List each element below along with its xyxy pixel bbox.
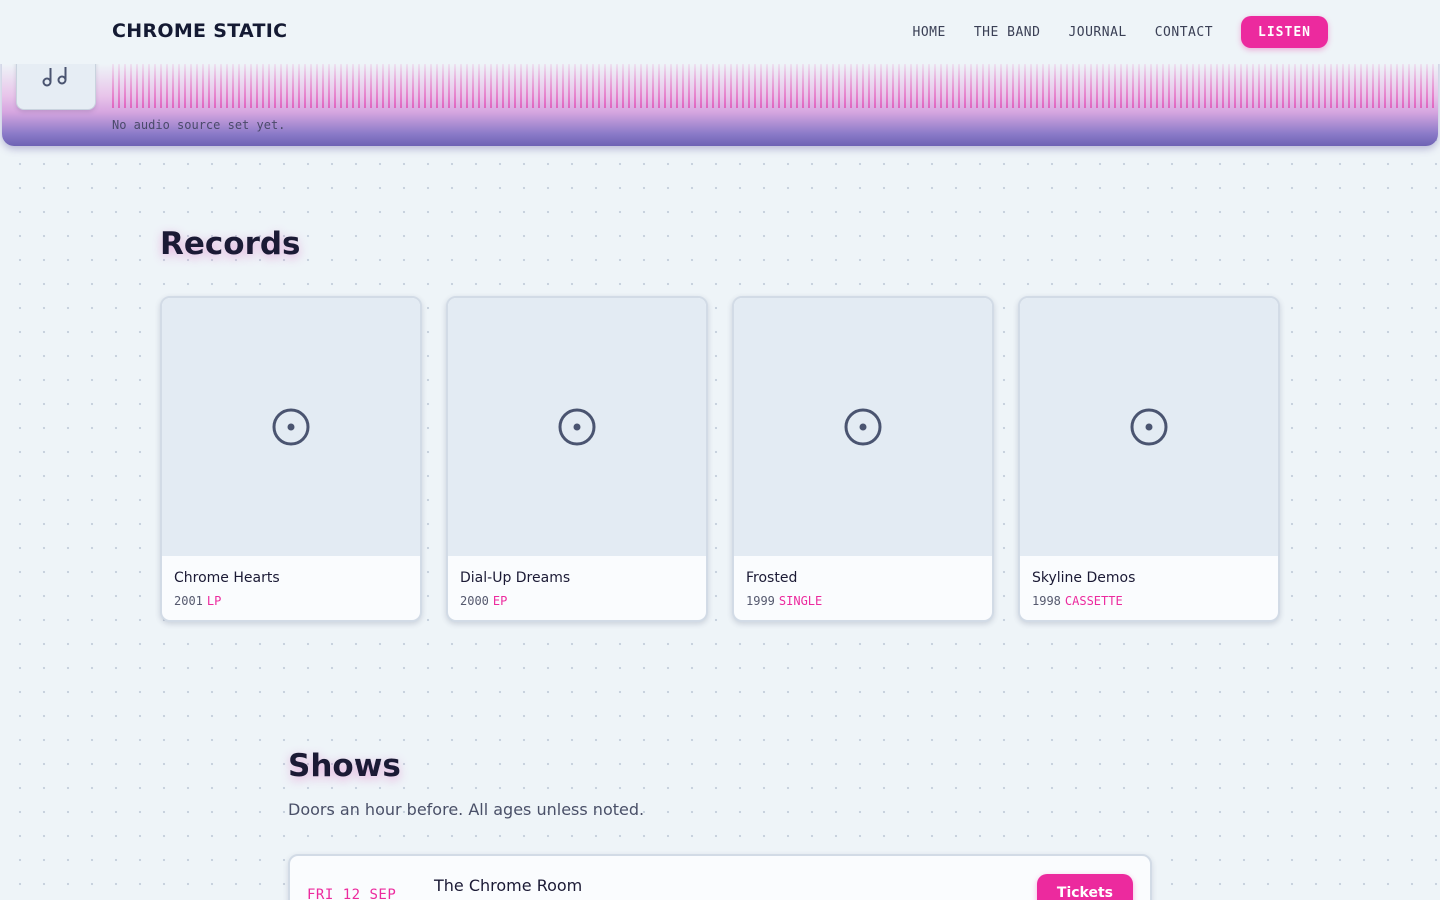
record-meta: 2000 EP <box>460 594 507 608</box>
record-meta: 1999 SINGLE <box>746 594 822 608</box>
shows-heading: Shows <box>288 748 401 784</box>
record-card[interactable]: Chrome Hearts 2001 LP <box>160 296 422 622</box>
show-row: FRI 12 SEP The Chrome Room Tickets <box>288 854 1152 900</box>
record-format: LP <box>206 594 222 608</box>
record-year: 2001 <box>174 594 203 608</box>
record-title: Skyline Demos <box>1032 570 1136 586</box>
disc-icon <box>844 408 882 446</box>
listen-button[interactable]: LISTEN <box>1241 16 1328 48</box>
record-cover <box>734 298 992 556</box>
shows-subtitle: Doors an hour before. All ages unless no… <box>288 800 645 819</box>
record-meta: 2001 LP <box>174 594 221 608</box>
nav-link-the-band[interactable]: THE BAND <box>974 25 1041 40</box>
record-title: Frosted <box>746 570 798 586</box>
show-venue: The Chrome Room <box>434 876 583 895</box>
record-year: 1999 <box>746 594 775 608</box>
records-heading: Records <box>160 226 301 262</box>
show-date: FRI 12 SEP <box>307 887 397 900</box>
record-year: 2000 <box>460 594 489 608</box>
record-cover <box>162 298 420 556</box>
record-meta: 1998 CASSETTE <box>1032 594 1123 608</box>
main-nav: HOME THE BAND JOURNAL CONTACT LISTEN <box>913 16 1328 48</box>
record-card[interactable]: Frosted 1999 SINGLE <box>732 296 994 622</box>
nav-link-journal[interactable]: JOURNAL <box>1068 25 1126 40</box>
waveform-visualizer <box>112 64 1438 108</box>
record-card[interactable]: Dial-Up Dreams 2000 EP <box>446 296 708 622</box>
record-cover <box>1020 298 1278 556</box>
music-notes-icon <box>41 67 71 87</box>
record-card[interactable]: Skyline Demos 1998 CASSETTE <box>1018 296 1280 622</box>
record-title: Chrome Hearts <box>174 570 280 586</box>
disc-icon <box>272 408 310 446</box>
record-format: CASSETTE <box>1064 594 1123 608</box>
player-status-text: No audio source set yet. <box>112 118 286 132</box>
nav-link-home[interactable]: HOME <box>913 25 946 40</box>
record-year: 1998 <box>1032 594 1061 608</box>
site-header: CHROME STATIC HOME THE BAND JOURNAL CONT… <box>0 0 1440 64</box>
nav-link-contact[interactable]: CONTACT <box>1155 25 1213 40</box>
tickets-button[interactable]: Tickets <box>1036 874 1133 900</box>
site-logo[interactable]: CHROME STATIC <box>112 20 287 42</box>
record-title: Dial-Up Dreams <box>460 570 571 586</box>
disc-icon <box>558 408 596 446</box>
disc-icon <box>1130 408 1168 446</box>
record-format: SINGLE <box>778 594 823 608</box>
record-format: EP <box>492 594 508 608</box>
records-grid: Chrome Hearts 2001 LP Dial-Up Dreams 2000… <box>160 296 1280 622</box>
record-cover <box>448 298 706 556</box>
